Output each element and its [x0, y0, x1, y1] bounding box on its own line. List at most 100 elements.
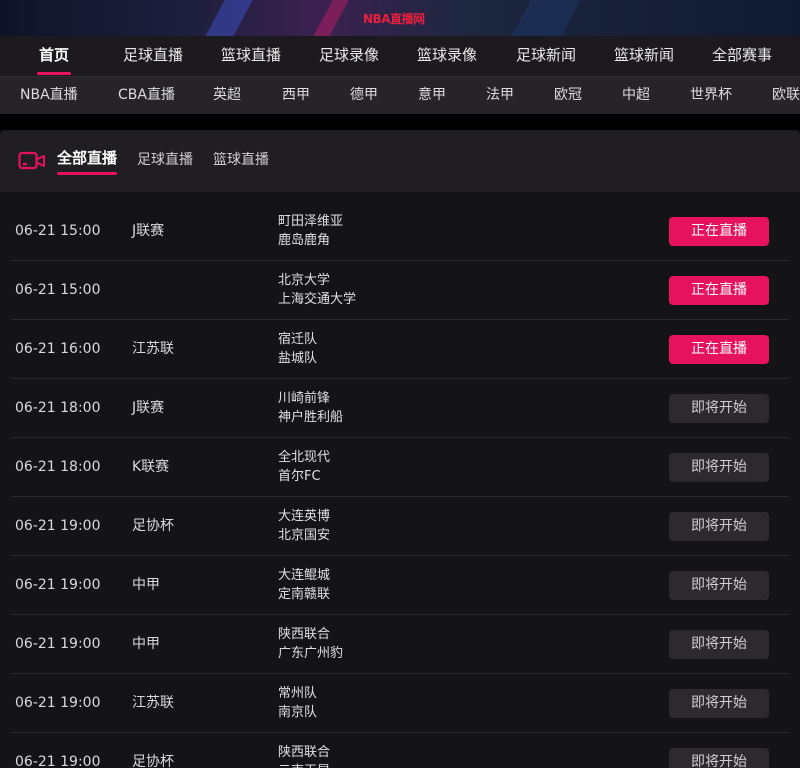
- home-team: 川崎前锋: [278, 391, 331, 406]
- match-league: 江苏联: [132, 695, 174, 711]
- home-team: 大连英博: [278, 509, 331, 524]
- tab-basketball-live[interactable]: 篮球直播: [213, 130, 269, 192]
- live-schedule-panel: 全部直播 足球直播 篮球直播 06-21 15:00 J联赛 町田泽维亚 鹿岛鹿角 正在…: [0, 130, 800, 768]
- home-team: 陕西联合: [278, 627, 331, 642]
- match-league: 江苏联: [132, 341, 174, 357]
- match-row[interactable]: 06-21 18:00 K联赛 全北现代首尔FC 即将开始: [11, 438, 789, 497]
- match-league: 足协杯: [132, 518, 174, 534]
- main-nav-item-basketball-replay[interactable]: 篮球录像: [417, 36, 477, 76]
- away-team: 盐城队: [278, 351, 318, 366]
- upcoming-button[interactable]: 即将开始: [669, 748, 769, 768]
- league-nav-item-csl[interactable]: 中超: [622, 77, 650, 115]
- match-row[interactable]: 06-21 18:00 J联赛 川崎前锋神户胜利船 即将开始: [11, 379, 789, 438]
- match-time: 06-21 18:00: [15, 400, 101, 416]
- match-time: 06-21 18:00: [15, 459, 101, 475]
- main-nav-item-all-events[interactable]: 全部赛事: [712, 36, 772, 76]
- main-nav-item-football-replay[interactable]: 足球录像: [319, 36, 379, 76]
- home-team: 大连鲲城: [278, 568, 331, 583]
- main-nav-item-basketball-news[interactable]: 篮球新闻: [614, 36, 674, 76]
- match-league: 中甲: [132, 577, 160, 593]
- match-time: 06-21 19:00: [15, 754, 101, 768]
- home-team: 町田泽维亚: [278, 214, 344, 229]
- match-row[interactable]: 06-21 19:00 中甲 大连鲲城 定南赣联 即将开始: [11, 556, 789, 615]
- main-nav-item-football-news[interactable]: 足球新闻: [516, 36, 576, 76]
- upcoming-button[interactable]: 即将开始: [669, 630, 769, 659]
- away-team: 神户胜利船: [278, 410, 344, 425]
- home-team: 常州队: [278, 686, 318, 701]
- match-time: 06-21 15:00: [15, 223, 101, 239]
- tab-all-live[interactable]: 全部直播: [57, 130, 118, 192]
- match-teams: 川崎前锋 神户胜利船: [278, 389, 343, 427]
- league-nav-item-epl[interactable]: 英超: [213, 77, 241, 115]
- upcoming-button[interactable]: 即将开始: [669, 571, 769, 600]
- home-team: 陕西联合: [278, 745, 331, 760]
- match-row[interactable]: 06-21 19:00 江苏联 常州队南京队 即将开始: [11, 674, 789, 733]
- banner-decoration: [192, 0, 264, 36]
- match-time: 06-21 19:00: [15, 518, 101, 534]
- match-teams: 常州队 南京队: [278, 684, 317, 722]
- match-teams: 陕西联合 广东广州豹: [278, 625, 343, 663]
- match-row[interactable]: 06-21 15:00 J联赛 町田泽维亚鹿岛鹿角 正在直播: [11, 202, 789, 261]
- league-nav-item-nba[interactable]: NBA直播: [20, 77, 78, 115]
- league-nav-item-uel[interactable]: 欧联: [772, 77, 800, 115]
- banner-decoration: [498, 0, 592, 36]
- match-teams: 大连英博 北京国安: [278, 507, 330, 545]
- home-team: 北京大学: [278, 273, 331, 288]
- away-team: 鹿岛鹿角: [278, 233, 331, 248]
- watch-live-button[interactable]: 正在直播: [669, 217, 769, 246]
- match-teams: 全北现代首尔FC: [278, 448, 330, 486]
- league-nav-item-ligue1[interactable]: 法甲: [486, 77, 514, 115]
- match-league: K联赛: [132, 459, 170, 475]
- banner-decoration: [300, 0, 360, 36]
- match-teams: 大连鲲城 定南赣联: [278, 566, 330, 604]
- main-nav: 首页 足球直播 篮球直播 足球录像 篮球录像 足球新闻 篮球新闻 全部赛事: [0, 36, 800, 76]
- match-teams: 陕西联合云南玉昆: [278, 743, 330, 768]
- match-row[interactable]: 06-21 19:00 足协杯 大连英博北京国安 即将开始: [11, 497, 789, 556]
- tab-football-live[interactable]: 足球直播: [137, 130, 193, 192]
- away-team: 广东广州豹: [278, 646, 344, 661]
- site-logo[interactable]: NBA直播网: [363, 10, 425, 27]
- main-nav-item-football-live[interactable]: 足球直播: [123, 36, 183, 76]
- league-nav: NBA直播 CBA直播 英超 西甲 德甲 意甲 法甲 欧冠 中超 世界杯 欧联: [0, 76, 800, 114]
- league-nav-item-seriea[interactable]: 意甲: [418, 77, 446, 115]
- video-camera-icon: [18, 151, 45, 170]
- match-row[interactable]: 06-21 19:00 足协杯 陕西联合云南玉昆 即将开始: [11, 733, 789, 768]
- watch-live-button[interactable]: 正在直播: [669, 335, 769, 364]
- match-row[interactable]: 06-21 15:00 北京大学上海交通大学 正在直播: [11, 261, 789, 320]
- league-nav-item-world-cup[interactable]: 世界杯: [690, 77, 732, 115]
- home-team: 全北现代: [278, 450, 331, 465]
- match-row[interactable]: 06-21 19:00 中甲 陕西联合 广东广州豹 即将开始: [11, 615, 789, 674]
- away-team: 上海交通大学: [278, 292, 357, 307]
- match-league: J联赛: [132, 223, 165, 239]
- league-nav-item-cba[interactable]: CBA直播: [118, 77, 175, 115]
- upcoming-button[interactable]: 即将开始: [669, 512, 769, 541]
- home-team: 宿迁队: [278, 332, 318, 347]
- upcoming-button[interactable]: 即将开始: [669, 689, 769, 718]
- away-team: 北京国安: [278, 528, 331, 543]
- league-nav-item-laliga[interactable]: 西甲: [282, 77, 310, 115]
- away-team: 云南玉昆: [278, 762, 330, 768]
- league-nav-item-ucl[interactable]: 欧冠: [554, 77, 582, 115]
- match-teams: 北京大学上海交通大学: [278, 271, 356, 309]
- site-banner: NBA直播网: [0, 0, 800, 36]
- watch-live-button[interactable]: 正在直播: [669, 276, 769, 305]
- match-time: 06-21 19:00: [15, 636, 101, 652]
- main-nav-item-basketball-live[interactable]: 篮球直播: [221, 36, 281, 76]
- section-gap: [0, 114, 800, 130]
- match-time: 06-21 16:00: [15, 341, 101, 357]
- match-time: 06-21 15:00: [15, 282, 101, 298]
- upcoming-button[interactable]: 即将开始: [669, 394, 769, 423]
- away-team: 首尔FC: [278, 469, 321, 484]
- main-nav-item-home[interactable]: 首页: [36, 36, 72, 76]
- match-teams: 宿迁队 盐城队: [278, 330, 317, 368]
- upcoming-button[interactable]: 即将开始: [669, 453, 769, 482]
- away-team: 南京队: [278, 705, 318, 720]
- match-league: J联赛: [132, 400, 165, 416]
- away-team: 定南赣联: [278, 587, 331, 602]
- match-league: 足协杯: [132, 754, 174, 768]
- match-list: 06-21 15:00 J联赛 町田泽维亚 鹿岛鹿角 正在直播 06-21 15:00 北京…: [11, 202, 789, 768]
- league-nav-item-bundesliga[interactable]: 德甲: [350, 77, 378, 115]
- match-row[interactable]: 06-21 16:00 江苏联 宿迁队盐城队 正在直播: [11, 320, 789, 379]
- match-teams: 町田泽维亚 鹿岛鹿角: [278, 212, 343, 250]
- match-time: 06-21 19:00: [15, 695, 101, 711]
